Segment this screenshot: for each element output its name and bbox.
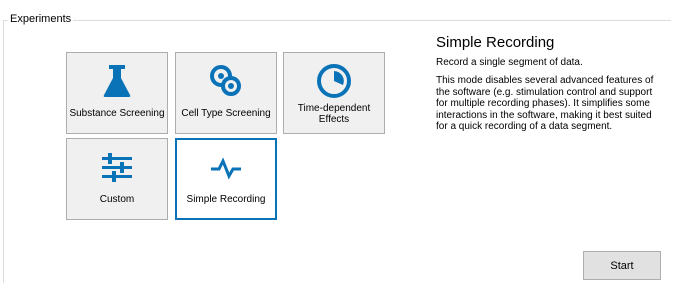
tile-label: Substance Screening	[69, 108, 165, 119]
detail-description: This mode disables several advanced feat…	[436, 75, 654, 132]
cells-icon	[176, 63, 276, 99]
tile-simple-recording[interactable]: Simple Recording	[175, 138, 277, 220]
tile-cell-type-screening[interactable]: Cell Type Screening	[175, 52, 277, 134]
tile-custom[interactable]: Custom	[66, 138, 168, 220]
tile-substance-screening[interactable]: Substance Screening	[66, 52, 168, 134]
start-button[interactable]: Start	[583, 251, 661, 280]
experiments-group-label: Experiments	[8, 13, 74, 25]
tile-label: Time-dependent Effects	[297, 103, 371, 125]
flask-icon	[67, 63, 167, 99]
tile-time-dependent-effects[interactable]: Time-dependent Effects	[283, 52, 385, 134]
detail-title: Simple Recording	[436, 34, 555, 51]
tile-label: Custom	[99, 194, 135, 205]
tile-label: Simple Recording	[186, 194, 266, 205]
detail-subtitle: Record a single segment of data.	[436, 57, 583, 68]
pulse-icon	[177, 150, 275, 186]
tile-label: Cell Type Screening	[181, 108, 271, 119]
sliders-icon	[67, 149, 167, 185]
pie-clock-icon	[284, 63, 384, 99]
